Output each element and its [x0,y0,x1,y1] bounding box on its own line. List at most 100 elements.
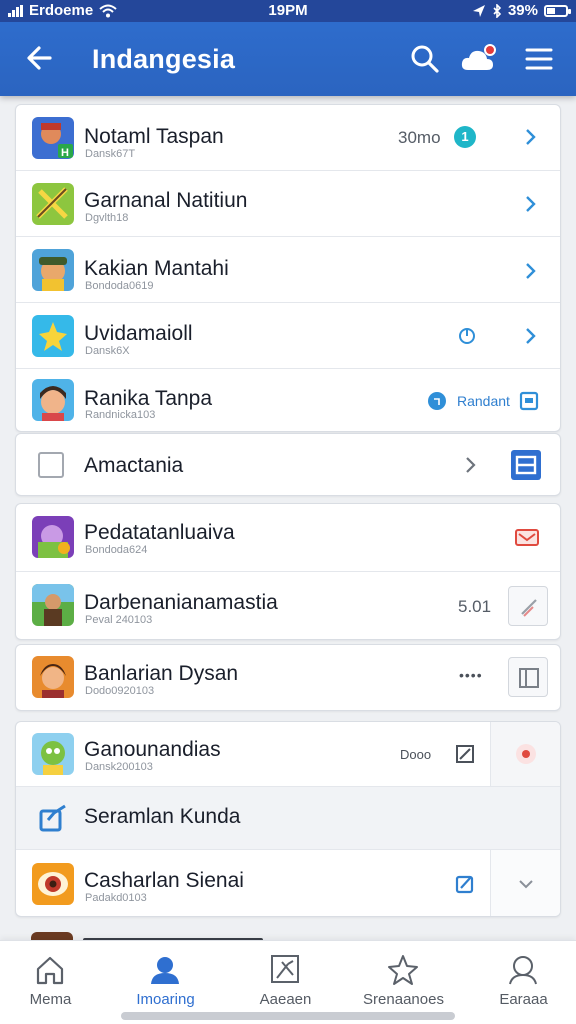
list-item[interactable]: Ganounandias Dansk200103 Dooo [16,722,560,787]
edit-square-icon[interactable] [454,743,476,765]
list-item-title: Garnanal Natitiun [84,189,248,212]
list-group-quaternary: Ganounandias Dansk200103 Dooo Seramlan K… [15,721,561,917]
nav-item-home[interactable]: Mema [0,941,108,1011]
list-item-subtitle: Padakd0103 [85,892,147,904]
list-item-title: Pedatatanluaiva [84,521,235,544]
list-item-title: Casharlan Sienai [84,869,244,892]
game-avatar-icon [32,584,74,626]
hamburger-menu-icon[interactable] [520,40,558,78]
chevron-right-icon[interactable] [459,454,481,476]
search-icon[interactable] [406,40,444,78]
square-action-icon[interactable] [518,390,540,412]
list-item-subtitle: Dansk67T [85,148,136,160]
game-avatar-icon [32,516,74,558]
notification-badge [484,44,496,56]
status-label: Randant [457,393,510,409]
list-item-title: Banlarian Dysan [84,662,239,685]
list-item-title: Kakian Mantahi [84,257,229,280]
list-item-title: Ranika Tanpa [84,387,213,410]
info-icon [428,392,446,410]
nav-item-active[interactable]: Imoaring [108,941,223,1011]
list-item[interactable]: Uvidamaioll Dansk6X [16,303,560,369]
list-item[interactable]: Casharlan Sienai Padakd0103 [16,850,560,916]
list-item-time: 30mo [398,128,441,147]
checkbox-label: Amactania [84,454,184,477]
list-view-icon[interactable] [510,449,542,481]
app-bar: Indangesia [0,22,576,96]
list-item-subtitle: Randnicka103 [85,409,156,421]
list-group-tertiary: Banlarian Dysan Dodo0920103 •••• [15,644,561,711]
pencil-icon [521,599,537,617]
profile-icon [151,957,179,984]
nav-item-tools[interactable]: Aaeaen [228,941,343,1011]
record-cell[interactable] [490,722,560,786]
tools-icon [271,955,299,983]
list-item-title: Notaml Taspan [84,125,224,148]
list-item-title: Seramlan Kunda [84,805,241,828]
nav-item-achievements[interactable]: Srenaanoes [346,941,461,1011]
chevron-right-icon[interactable] [519,126,541,148]
edit-icon[interactable] [454,873,476,895]
status-bar: Erdoeme 19PM 39% [0,0,576,22]
battery-icon [544,4,571,17]
list-item[interactable]: Seramlan Kunda [16,787,560,850]
panel-button[interactable] [508,657,548,697]
chevron-right-icon[interactable] [519,325,541,347]
chevron-right-icon[interactable] [519,260,541,282]
list-item[interactable]: Garnanal Natitiun Dgvlth18 [16,171,560,237]
list-item-subtitle: Dgvlth18 [85,212,129,224]
list-item-title: Ganounandias [84,738,221,761]
game-avatar-icon [32,315,74,357]
list-group-secondary: Pedatatanluaiva Bondoda624 Darbenanianam… [15,503,561,640]
game-avatar-icon [32,656,74,698]
list-item-subtitle: Peval 240103 [85,614,153,626]
more-dots[interactable]: •••• [459,667,483,683]
game-avatar-icon [32,249,74,291]
list-item-meta: Dooo [400,747,432,762]
game-avatar-icon [32,183,74,225]
list-item-value: 5.01 [458,597,492,616]
list-item-subtitle: Dodo0920103 [85,685,155,697]
game-avatar-icon [32,379,74,421]
nav-label: Srenaanoes [363,991,444,1008]
home-indicator [121,1012,455,1020]
nav-label: Imoaring [136,991,195,1008]
chevron-right-icon[interactable] [519,193,541,215]
edit-check-icon [39,804,66,832]
list-item-title: Darbenanianamastia [84,591,278,614]
list-item[interactable]: Darbenanianamastia Peval 240103 5.01 [16,572,560,639]
checkbox[interactable] [38,452,64,478]
list-item-title: Uvidamaioll [84,322,193,345]
list-item-subtitle: Bondoda0619 [85,280,154,292]
chevron-down-icon [519,880,533,889]
mail-icon[interactable] [514,525,540,549]
nav-label: Mema [29,991,72,1008]
checkbox-row[interactable]: Amactania [16,434,560,495]
game-avatar-icon [32,863,74,905]
back-arrow-icon[interactable] [20,38,60,78]
battery-percent: 39% [507,2,538,19]
edit-button[interactable] [508,586,548,626]
timer-icon[interactable] [456,324,478,346]
list-item[interactable]: Pedatatanluaiva Bondoda624 [16,504,560,572]
top-app-bar: Erdoeme 19PM 39% Indangesia [0,0,576,96]
list-group-primary: H Notaml Taspan Dansk67T 30mo 1 Garnanal… [15,104,561,432]
svg-text:H: H [61,147,69,159]
star-icon [388,955,418,985]
expand-cell[interactable] [490,850,560,916]
game-avatar-icon: H [32,117,74,159]
location-icon [472,4,485,17]
list-item[interactable]: Banlarian Dysan Dodo0920103 •••• [16,645,560,710]
status-right: 39% [472,2,571,19]
list-item[interactable]: H Notaml Taspan Dansk67T 30mo 1 [16,105,560,171]
page-title: Indangesia [92,44,236,74]
record-icon [516,744,536,764]
list-item-subtitle: Dansk6X [85,345,130,357]
nav-item-account[interactable]: Earaaa [466,941,576,1011]
user-circle-icon [509,956,537,985]
bluetooth-icon [493,3,502,18]
list-item[interactable]: Ranika Tanpa Randnicka103 Randant [16,369,560,431]
list-item[interactable]: Kakian Mantahi Bondoda0619 [16,237,560,303]
sidebar-panel-icon [519,668,539,688]
unread-count-badge: 1 [454,126,476,148]
